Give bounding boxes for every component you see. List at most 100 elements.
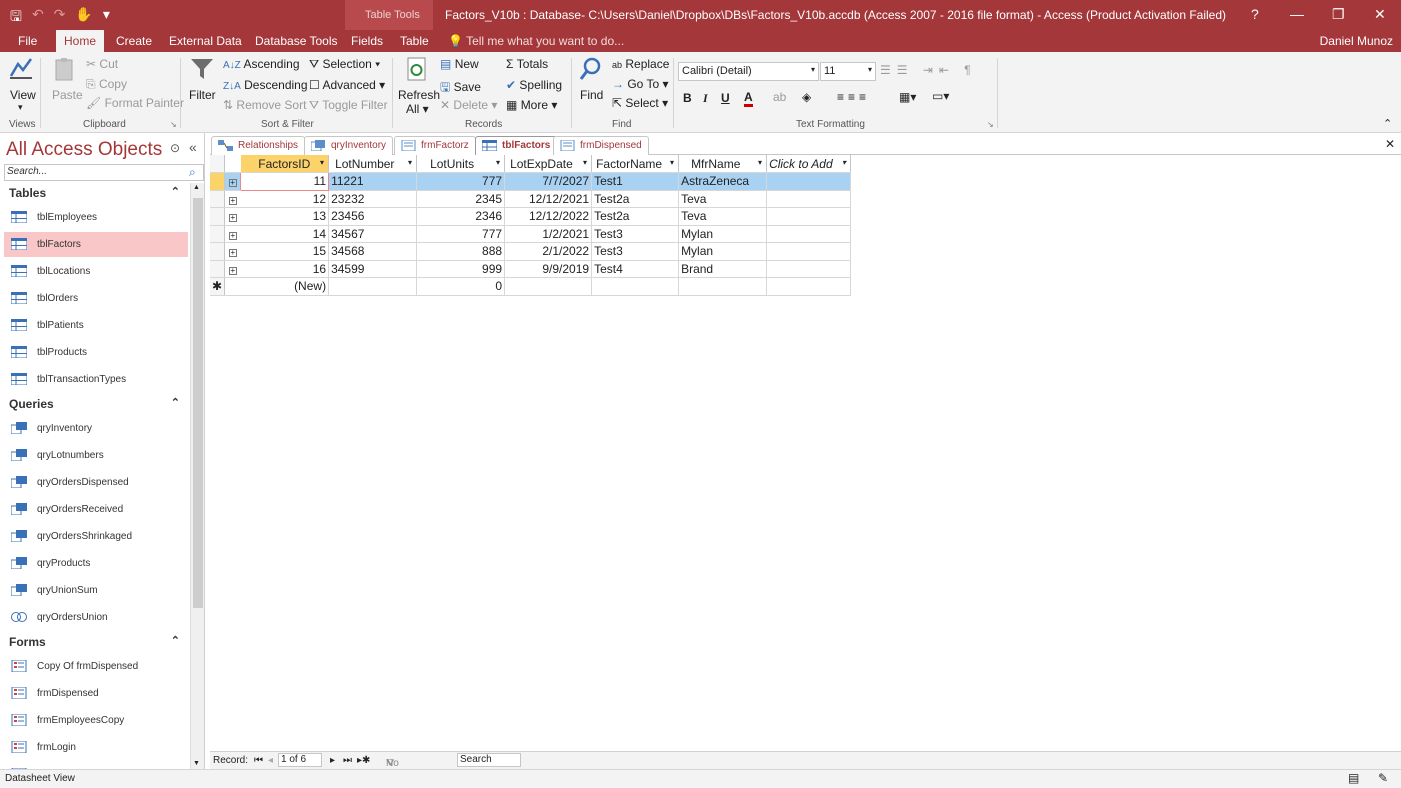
alternate-row-color-icon[interactable]: ▭▾ [932, 89, 949, 103]
design-view-icon[interactable]: ✎ [1378, 771, 1388, 785]
cell-factorsid[interactable]: 12 [240, 190, 330, 208]
cell-lotunits[interactable]: 777 [416, 172, 506, 191]
collapse-section-icon[interactable]: ⌃ [171, 396, 180, 409]
toggle-filter-button[interactable]: ⛛ Toggle Filter [309, 98, 388, 113]
nav-item-qrylotnumbers[interactable]: qryLotnumbers [4, 443, 188, 468]
table-row[interactable]: +16 34599 999 9/9/2019 Test4 Brand [210, 260, 852, 278]
fill-color-icon[interactable]: ◈ [802, 90, 811, 104]
plus-expand-icon[interactable]: + [228, 214, 237, 223]
cell-lotexpdate[interactable]: 12/12/2021 [504, 190, 593, 208]
expand-subdatasheet-cell[interactable]: + [224, 225, 241, 243]
find-button[interactable]: Find [580, 88, 603, 102]
last-record-icon[interactable]: ⏭ [343, 755, 352, 766]
spelling-button[interactable]: ✔ Spelling [506, 78, 562, 92]
nav-item-qryproducts[interactable]: qryProducts [4, 551, 188, 576]
doc-tab-frmdispensed[interactable]: frmDispensed [553, 136, 649, 155]
cell-lotunits[interactable]: 2345 [416, 190, 506, 208]
expand-subdatasheet-cell[interactable]: + [224, 172, 241, 191]
column-header-factorname[interactable]: FactorName ▾ [591, 155, 680, 173]
cell-lotunits[interactable]: 777 [416, 225, 506, 243]
nav-item-qryordersunion[interactable]: qryOrdersUnion [4, 605, 188, 630]
nav-item-qryunionsum[interactable]: qryUnionSum [4, 578, 188, 603]
cell-lotunits[interactable]: 0 [416, 277, 506, 296]
selection-button[interactable]: ⛛ Selection ▾ [309, 57, 380, 72]
chevron-down-icon[interactable]: ▾ [842, 158, 846, 167]
table-row[interactable]: +12 23232 2345 12/12/2021 Test2a Teva [210, 190, 852, 208]
chevron-down-icon[interactable]: ▾ [758, 158, 762, 167]
nav-item-tblfactors[interactable]: tblFactors [4, 232, 188, 257]
nav-item-tblproducts[interactable]: tblProducts [4, 340, 188, 365]
cell-click-to-add[interactable] [766, 242, 852, 261]
cell-lotnumber[interactable]: 23232 [328, 190, 418, 208]
cell-lotnumber[interactable]: 34599 [328, 260, 418, 278]
nav-item-tblemployees[interactable]: tblEmployees [4, 205, 188, 230]
nav-scrollbar[interactable]: ▲ ▼ [190, 183, 204, 769]
save-icon[interactable]: 🖫 [10, 6, 22, 30]
cell-click-to-add[interactable] [766, 172, 852, 191]
row-selector[interactable] [210, 190, 226, 208]
cell-mfrname[interactable]: Teva [678, 190, 768, 208]
nav-item-frmemployeescopy[interactable]: frmEmployeesCopy [4, 708, 188, 733]
tell-me-box[interactable]: 💡 Tell me what you want to do... [448, 34, 624, 48]
refresh-all-label[interactable]: All ▾ [406, 102, 429, 116]
cell-mfrname[interactable]: Mylan [678, 225, 768, 243]
undo-icon[interactable]: ↶ [32, 6, 44, 30]
tab-create[interactable]: Create [108, 33, 160, 49]
tab-file[interactable]: File [10, 33, 45, 49]
column-header-lotnumber[interactable]: LotNumber ▾ [328, 155, 418, 173]
view-button[interactable]: View [10, 88, 36, 102]
help-button[interactable]: ? [1251, 6, 1259, 22]
expand-subdatasheet-cell[interactable]: + [224, 190, 241, 208]
new-record-row[interactable]: ✱ (New) 0 [210, 277, 852, 296]
next-record-icon[interactable]: ▸ [330, 755, 335, 766]
plus-expand-icon[interactable]: + [228, 231, 237, 240]
tab-external-data[interactable]: External Data [161, 33, 250, 49]
cell-lotunits[interactable]: 888 [416, 242, 506, 261]
more-button[interactable]: ▦ More ▾ [506, 98, 557, 112]
close-document-icon[interactable]: ✕ [1385, 137, 1395, 151]
expand-subdatasheet-cell[interactable]: + [224, 207, 241, 226]
table-row[interactable]: +13 23456 2346 12/12/2022 Test2a Teva [210, 207, 852, 226]
cell-mfrname[interactable]: Mylan [678, 242, 768, 261]
cell-factorsid[interactable]: 15 [240, 242, 330, 261]
nav-item-copy-of-frmdispensed[interactable]: Copy Of frmDispensed [4, 654, 188, 679]
nav-section-queries[interactable]: Queries ⌃ [0, 394, 190, 414]
cell-factorname[interactable]: Test2a [591, 207, 680, 226]
nav-pane-title[interactable]: All Access Objects [6, 139, 162, 161]
cell-lotnumber[interactable]: 34568 [328, 242, 418, 261]
doc-tab-relationships[interactable]: Relationships [211, 136, 306, 155]
nav-item-qryinventory[interactable]: qryInventory [4, 416, 188, 441]
format-painter-button[interactable]: 🖌 Format Painter [86, 96, 184, 110]
scroll-down-icon[interactable]: ▼ [193, 760, 200, 767]
table-row[interactable]: +14 34567 777 1/2/2021 Test3 Mylan [210, 225, 852, 243]
nav-options-icon[interactable]: ⊙ [170, 141, 180, 155]
scroll-thumb[interactable] [193, 198, 203, 608]
replace-button[interactable]: ab Replace [612, 57, 669, 71]
plus-expand-icon[interactable]: + [228, 249, 237, 258]
cell-mfrname[interactable]: Brand [678, 260, 768, 278]
clipboard-launcher-icon[interactable]: ↘ [170, 120, 177, 129]
nav-section-forms[interactable]: Forms ⌃ [0, 632, 190, 652]
cell-mfrname[interactable] [678, 277, 768, 296]
collapse-section-icon[interactable]: ⌃ [171, 634, 180, 647]
row-selector[interactable] [210, 260, 226, 278]
chevron-down-icon[interactable]: ▾ [670, 158, 674, 167]
gridlines-icon[interactable]: ▦▾ [899, 90, 916, 104]
row-selector[interactable] [210, 207, 226, 226]
collapse-nav-icon[interactable]: « [189, 139, 197, 155]
cell-lotnumber[interactable] [328, 277, 418, 296]
nav-item-qryordersreceived[interactable]: qryOrdersReceived [4, 497, 188, 522]
cell-lotnumber[interactable]: 11221 [328, 172, 418, 191]
collapse-ribbon-icon[interactable]: ⌃ [1383, 117, 1392, 130]
cell-click-to-add[interactable] [766, 190, 852, 208]
underline-button[interactable]: U [721, 91, 730, 105]
touch-mode-icon[interactable]: ✋ [75, 6, 92, 30]
list-indent-buttons[interactable]: ☰☰ ⇥⇤ ¶ [880, 63, 977, 77]
cell-factorname[interactable]: Test3 [591, 225, 680, 243]
search-icon[interactable]: ⌕ [189, 165, 196, 180]
select-all-corner[interactable] [210, 155, 226, 173]
advanced-button[interactable]: ☐ Advanced ▾ [309, 78, 385, 92]
cell-lotexpdate[interactable]: 2/1/2022 [504, 242, 593, 261]
cell-lotexpdate[interactable] [504, 277, 593, 296]
tab-database-tools[interactable]: Database Tools [247, 33, 346, 49]
